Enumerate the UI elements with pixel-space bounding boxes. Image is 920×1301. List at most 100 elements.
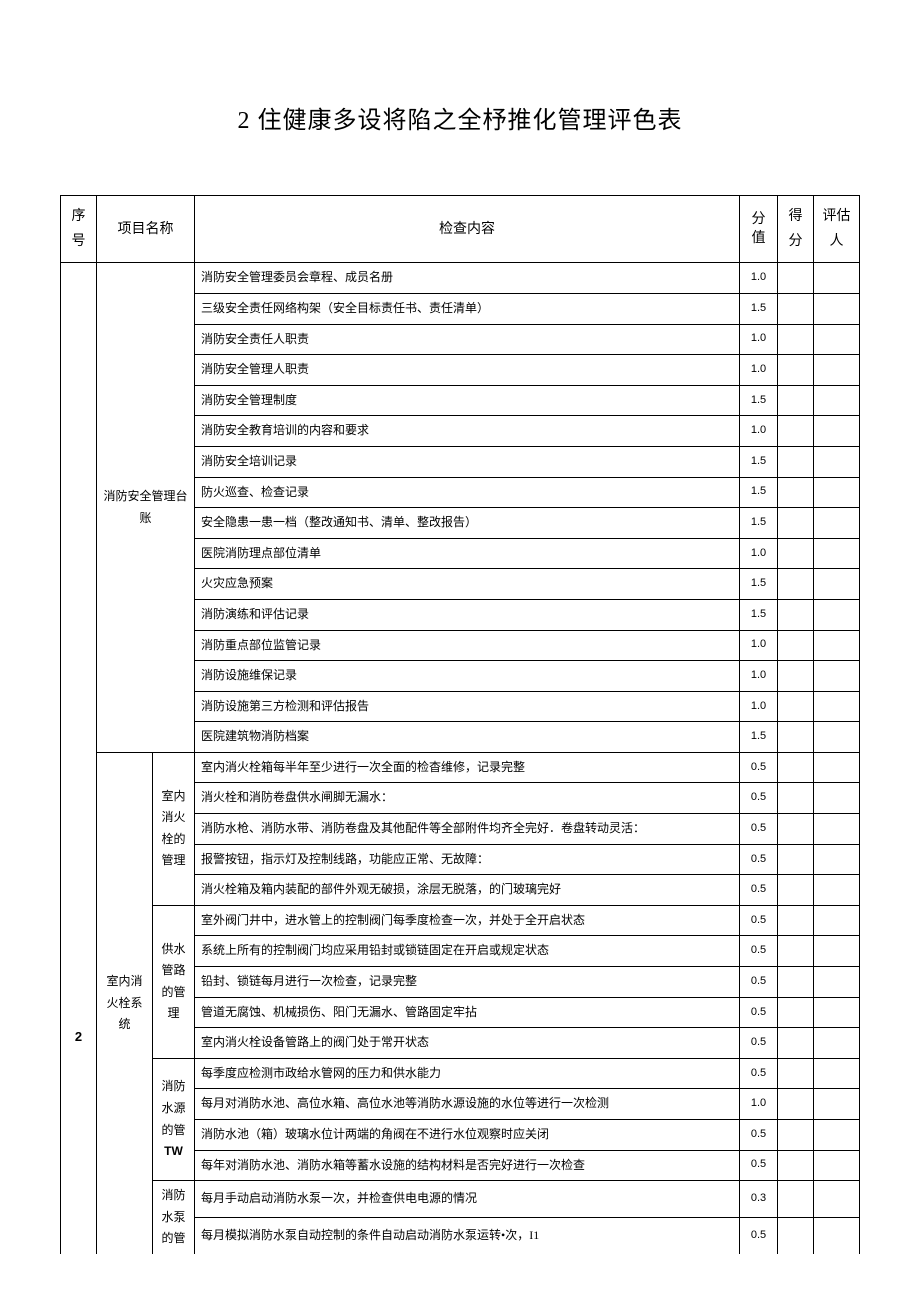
content-cell: 消防安全教育培训的内容和要求 <box>195 416 740 447</box>
got-cell <box>778 844 814 875</box>
score-cell: 0.5 <box>740 1218 778 1254</box>
got-cell <box>778 630 814 661</box>
evaluator-cell <box>814 752 860 783</box>
evaluator-cell <box>814 324 860 355</box>
content-cell: 医院消防理点部位清单 <box>195 538 740 569</box>
evaluator-cell <box>814 905 860 936</box>
content-cell: 消防安全责任人职责 <box>195 324 740 355</box>
subcategory-cell: 室内消火栓的管理 <box>153 752 195 905</box>
got-cell <box>778 691 814 722</box>
got-cell <box>778 752 814 783</box>
got-cell <box>778 967 814 998</box>
content-cell: 室内消火栓设备管路上的阀门处于常开状态 <box>195 1028 740 1059</box>
score-cell: 1.5 <box>740 477 778 508</box>
evaluator-cell <box>814 1028 860 1059</box>
evaluator-cell <box>814 875 860 906</box>
table-row: 室内消火栓系统室内消火栓的管理室内消火栓箱每半年至少进行一次全面的检杳维修，记录… <box>61 752 860 783</box>
subcategory-cell: 消防水泵的管 <box>153 1181 195 1254</box>
score-cell: 0.5 <box>740 905 778 936</box>
evaluator-cell <box>814 508 860 539</box>
score-cell: 1.0 <box>740 416 778 447</box>
got-cell <box>778 661 814 692</box>
got-cell <box>778 355 814 386</box>
score-cell: 1.5 <box>740 722 778 753</box>
got-cell <box>778 508 814 539</box>
subcategory-cell: 消防水源的管TW <box>153 1058 195 1180</box>
score-cell: 1.5 <box>740 508 778 539</box>
got-cell <box>778 263 814 294</box>
content-cell: 消防安全培训记录 <box>195 446 740 477</box>
evaluator-cell <box>814 293 860 324</box>
evaluator-cell <box>814 1218 860 1254</box>
table-row: 供水管路的管理室外阀门井中，进水管上的控制阀门每季度检查一次，并处于全开启状态0… <box>61 905 860 936</box>
evaluator-cell <box>814 661 860 692</box>
content-cell: 每年对消防水池、消防水箱等蓄水设施的结构材料是否完好进行一次检查 <box>195 1150 740 1181</box>
evaluator-cell <box>814 783 860 814</box>
got-cell <box>778 1028 814 1059</box>
got-cell <box>778 783 814 814</box>
score-cell: 1.0 <box>740 355 778 386</box>
got-cell <box>778 477 814 508</box>
score-cell: 0.5 <box>740 783 778 814</box>
got-cell <box>778 875 814 906</box>
content-cell: 管道无腐蚀、机械损伤、阳门无漏水、管路固定牢拈 <box>195 997 740 1028</box>
table-header-row: 序号 项目名称 检查内容 分值 得分 评估人 <box>61 196 860 263</box>
content-cell: 消防水池（箱）玻璃水位计两端的角阀在不进行水位观察时应关闭 <box>195 1120 740 1151</box>
got-cell <box>778 416 814 447</box>
content-cell: 消防安全管理委员会章程、成员名册 <box>195 263 740 294</box>
content-cell: 每月手动启动消防水泵一次，并检查供电电源的情况 <box>195 1181 740 1218</box>
seq-cell: 2 <box>61 263 97 1254</box>
score-cell: 1.5 <box>740 599 778 630</box>
content-cell: 消火栓和消防卷盘供水闸脚无漏水： <box>195 783 740 814</box>
content-cell: 报警按钮，指示灯及控制线路，功能应正常、无故障： <box>195 844 740 875</box>
content-cell: 消防水枪、消防水带、消防卷盘及其他配件等全部附件均齐全完好．卷盘转动灵活： <box>195 814 740 845</box>
content-cell: 消防演练和评估记录 <box>195 599 740 630</box>
score-cell: 0.5 <box>740 814 778 845</box>
score-cell: 1.0 <box>740 324 778 355</box>
score-cell: 1.5 <box>740 293 778 324</box>
got-cell <box>778 538 814 569</box>
evaluator-cell <box>814 355 860 386</box>
score-cell: 1.0 <box>740 538 778 569</box>
table-row: 消防水源的管TW每季度应检测市政给水管网的压力和供水能力0.5 <box>61 1058 860 1089</box>
category-cell: 室内消火栓系统 <box>97 752 153 1254</box>
subcategory-cell: 供水管路的管理 <box>153 905 195 1058</box>
content-cell: 火灾应急预案 <box>195 569 740 600</box>
table-row: 消防水泵的管每月手动启动消防水泵一次，并检查供电电源的情况0.3 <box>61 1181 860 1218</box>
got-cell <box>778 1218 814 1254</box>
table-row: 2消防安全管理台账消防安全管理委员会章程、成员名册1.0 <box>61 263 860 294</box>
content-cell: 系统上所有的控制阀门均应采用铅封或锁链固定在开启或规定状态 <box>195 936 740 967</box>
content-cell: 消防安全管理人职责 <box>195 355 740 386</box>
score-cell: 0.5 <box>740 1058 778 1089</box>
evaluator-cell <box>814 1058 860 1089</box>
evaluator-cell <box>814 385 860 416</box>
header-seq: 序号 <box>61 196 97 263</box>
evaluator-cell <box>814 569 860 600</box>
content-cell: 三级安全责任网络构架（安全目标责任书、责任清单） <box>195 293 740 324</box>
got-cell <box>778 936 814 967</box>
got-cell <box>778 722 814 753</box>
got-cell <box>778 1120 814 1151</box>
content-cell: 消防设施第三方检测和评估报告 <box>195 691 740 722</box>
evaluator-cell <box>814 477 860 508</box>
got-cell <box>778 324 814 355</box>
evaluator-cell <box>814 814 860 845</box>
header-evaluator: 评估人 <box>814 196 860 263</box>
content-cell: 消防设施维保记录 <box>195 661 740 692</box>
score-cell: 1.5 <box>740 385 778 416</box>
score-cell: 1.0 <box>740 661 778 692</box>
got-cell <box>778 1181 814 1218</box>
score-cell: 0.5 <box>740 967 778 998</box>
got-cell <box>778 569 814 600</box>
content-cell: 消防安全管理制度 <box>195 385 740 416</box>
content-cell: 室外阀门井中，进水管上的控制阀门每季度检查一次，并处于全开启状态 <box>195 905 740 936</box>
got-cell <box>778 293 814 324</box>
category-cell: 消防安全管理台账 <box>97 263 195 753</box>
header-project: 项目名称 <box>97 196 195 263</box>
content-cell: 防火巡查、检查记录 <box>195 477 740 508</box>
evaluator-cell <box>814 844 860 875</box>
content-cell: 每季度应检测市政给水管网的压力和供水能力 <box>195 1058 740 1089</box>
header-score: 分值 <box>740 196 778 263</box>
score-cell: 0.5 <box>740 752 778 783</box>
evaluator-cell <box>814 1120 860 1151</box>
